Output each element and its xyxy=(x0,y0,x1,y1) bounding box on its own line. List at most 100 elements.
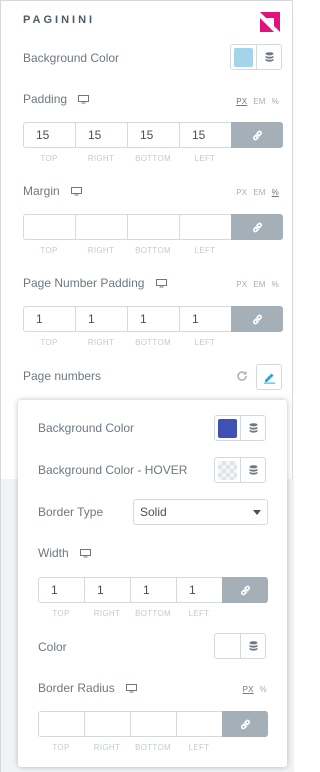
side-label-right: RIGHT xyxy=(93,743,121,752)
link-icon xyxy=(240,585,250,595)
side-label-right: RIGHT xyxy=(87,246,115,255)
side-label-left: LEFT xyxy=(194,154,216,163)
border-type-value: Solid xyxy=(140,505,167,519)
page-number-padding-dimensions: 1 1 1 1 xyxy=(23,306,283,332)
unit-em[interactable]: EM xyxy=(253,97,265,106)
side-label-bottom: BOTTOM xyxy=(135,609,171,618)
page-number-padding-right-input[interactable]: 1 xyxy=(75,306,127,332)
database-icon xyxy=(249,423,257,433)
border-radius-link-button[interactable] xyxy=(222,711,268,737)
unit-px[interactable]: PX xyxy=(236,280,247,289)
border-type-select[interactable]: Solid xyxy=(133,499,268,525)
padding-label-text: Padding xyxy=(23,92,68,106)
unit-percent[interactable]: % xyxy=(260,685,267,694)
page-number-padding-left-input[interactable]: 1 xyxy=(179,306,231,332)
margin-label-text: Margin xyxy=(23,184,60,198)
unit-em[interactable]: EM xyxy=(253,188,265,197)
margin-dimensions xyxy=(23,214,283,240)
margin-link-button[interactable] xyxy=(231,214,283,240)
side-label-top: TOP xyxy=(40,246,58,255)
global-colors-button[interactable] xyxy=(240,415,266,441)
page-number-padding-label: Page Number Padding xyxy=(23,276,167,290)
padding-units: PX EM% xyxy=(230,97,279,106)
pencil-icon xyxy=(263,373,275,384)
width-label: Width xyxy=(38,546,92,560)
side-label-right: RIGHT xyxy=(93,609,121,618)
chevron-down-icon xyxy=(253,510,261,515)
border-radius-label: Border Radius xyxy=(38,681,138,695)
desktop-icon[interactable] xyxy=(126,684,138,693)
desktop-icon[interactable] xyxy=(80,549,92,558)
unit-percent[interactable]: % xyxy=(272,97,279,106)
database-icon xyxy=(249,641,257,651)
side-label-top: TOP xyxy=(52,609,70,618)
border-radius-bottom-input[interactable] xyxy=(130,711,176,737)
section-title: PAGININI xyxy=(23,14,96,26)
margin-label: Margin xyxy=(23,184,83,198)
margin-side-labels: TOP RIGHT BOTTOM LEFT xyxy=(23,246,231,255)
global-colors-button[interactable] xyxy=(240,457,266,483)
background-color-swatch[interactable] xyxy=(230,44,256,70)
width-left-input[interactable]: 1 xyxy=(176,577,222,603)
border-type-label: Border Type xyxy=(38,505,104,519)
side-label-bottom: BOTTOM xyxy=(135,743,171,752)
reset-icon[interactable] xyxy=(236,370,248,382)
margin-bottom-input[interactable] xyxy=(127,214,179,240)
page-number-padding-link-button[interactable] xyxy=(231,306,283,332)
unit-px[interactable]: PX xyxy=(236,188,247,197)
side-label-right: RIGHT xyxy=(87,154,115,163)
margin-left-input[interactable] xyxy=(179,214,231,240)
side-label-bottom: BOTTOM xyxy=(135,154,171,163)
unit-em[interactable]: EM xyxy=(253,280,265,289)
side-label-left: LEFT xyxy=(188,609,210,618)
border-radius-left-input[interactable] xyxy=(176,711,222,737)
unit-px[interactable]: PX xyxy=(236,97,247,106)
color-control xyxy=(214,633,266,659)
popup-background-color-swatch[interactable] xyxy=(214,415,240,441)
margin-top-input[interactable] xyxy=(23,214,75,240)
popup-background-color-control xyxy=(214,415,266,441)
side-label-left: LEFT xyxy=(194,338,216,347)
border-radius-top-input[interactable] xyxy=(38,711,84,737)
border-radius-dimensions xyxy=(38,711,268,737)
side-label-top: TOP xyxy=(40,154,58,163)
unit-percent[interactable]: % xyxy=(272,280,279,289)
side-label-left: LEFT xyxy=(188,743,210,752)
padding-right-input[interactable]: 15 xyxy=(75,122,127,148)
link-icon xyxy=(252,314,262,324)
padding-bottom-input[interactable]: 15 xyxy=(127,122,179,148)
settings-panel: PAGININI Background Color Padding PX EM% … xyxy=(0,0,294,772)
unit-percent[interactable]: % xyxy=(272,188,279,197)
page-number-padding-bottom-input[interactable]: 1 xyxy=(127,306,179,332)
margin-right-input[interactable] xyxy=(75,214,127,240)
width-right-input[interactable]: 1 xyxy=(84,577,130,603)
color-label: Color xyxy=(38,640,67,654)
width-top-input[interactable]: 1 xyxy=(38,577,84,603)
page-number-padding-top-input[interactable]: 1 xyxy=(23,306,75,332)
border-radius-side-labels: TOP RIGHT BOTTOM LEFT xyxy=(38,743,222,752)
width-dimensions: 1 1 1 1 xyxy=(38,577,268,603)
desktop-icon[interactable] xyxy=(78,95,90,104)
side-label-bottom: BOTTOM xyxy=(135,246,171,255)
link-icon xyxy=(252,130,262,140)
unit-px[interactable]: PX xyxy=(243,685,254,694)
desktop-icon[interactable] xyxy=(71,187,83,196)
page-numbers-label: Page numbers xyxy=(23,369,102,383)
padding-link-button[interactable] xyxy=(231,122,283,148)
padding-left-input[interactable]: 15 xyxy=(179,122,231,148)
border-radius-right-input[interactable] xyxy=(84,711,130,737)
padding-top-input[interactable]: 15 xyxy=(23,122,75,148)
global-colors-button[interactable] xyxy=(256,44,282,70)
side-label-left: LEFT xyxy=(194,246,216,255)
width-link-button[interactable] xyxy=(222,577,268,603)
global-colors-button[interactable] xyxy=(240,633,266,659)
width-bottom-input[interactable]: 1 xyxy=(130,577,176,603)
popup-background-hover-swatch[interactable] xyxy=(214,457,240,483)
side-label-top: TOP xyxy=(40,338,58,347)
padding-side-labels: TOP RIGHT BOTTOM LEFT xyxy=(23,154,231,163)
edit-popover-button[interactable] xyxy=(256,364,282,390)
padding-dimensions: 15 15 15 15 xyxy=(23,122,283,148)
color-swatch[interactable] xyxy=(214,633,240,659)
desktop-icon[interactable] xyxy=(155,279,167,288)
border-radius-label-text: Border Radius xyxy=(38,681,115,695)
